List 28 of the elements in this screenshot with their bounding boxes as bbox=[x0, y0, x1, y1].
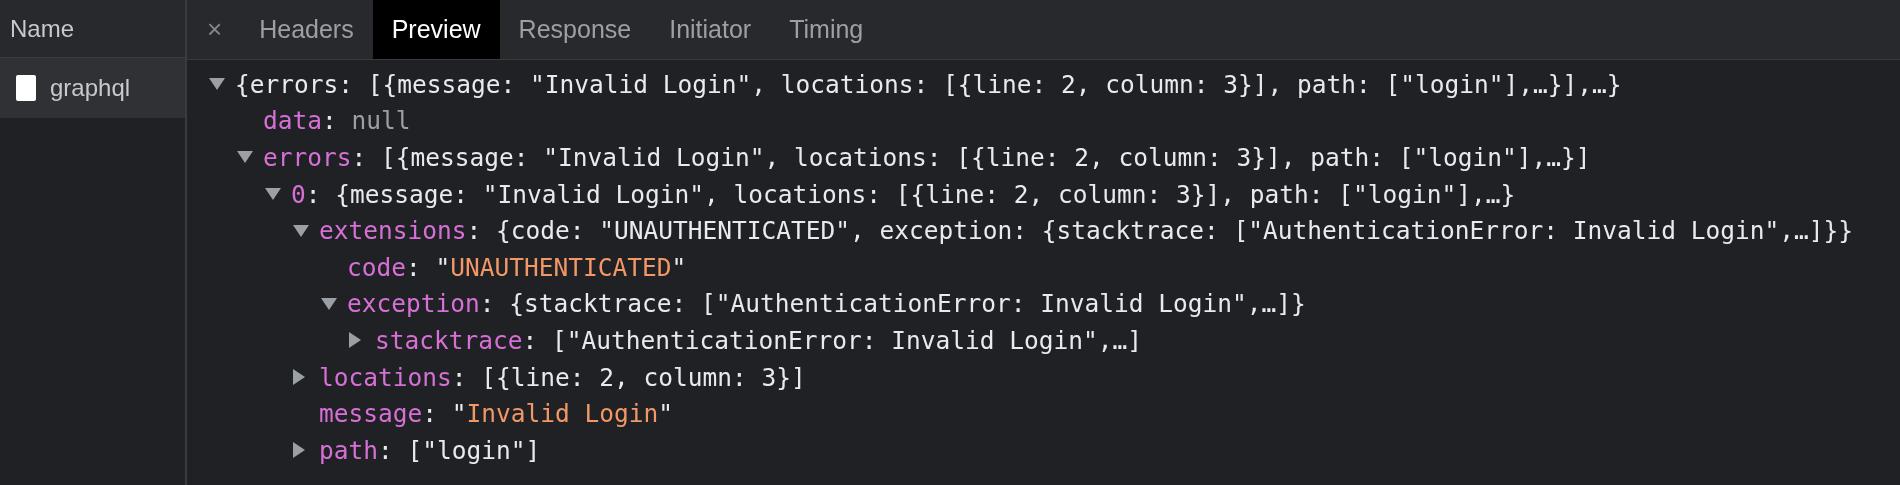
tree-row-text: code: "UNAUTHENTICATED" bbox=[346, 251, 688, 284]
tab[interactable]: Response bbox=[499, 0, 651, 59]
tree-row[interactable]: exception: {stacktrace: ["AuthenticationError: Invalid Login",…]} bbox=[321, 285, 1900, 323]
collapse-triangle-icon[interactable] bbox=[321, 297, 337, 310]
column-header: Name bbox=[0, 0, 185, 58]
tree-row[interactable]: locations: [{line: 2, column: 3}] bbox=[293, 358, 1900, 396]
expand-triangle-icon[interactable] bbox=[293, 442, 305, 459]
tab[interactable]: Initiator bbox=[650, 0, 771, 59]
tree-row[interactable]: 0: {message: "Invalid Login", locations: [{line: 2, column: 3}], path: ["login"],…} bbox=[265, 175, 1900, 213]
collapse-triangle-icon[interactable] bbox=[237, 151, 253, 164]
tree-row-text: data: null bbox=[262, 105, 412, 138]
tree-row[interactable]: {errors: [{message: "Invalid Login", locations: [{line: 2, column: 3}], path: ["login"],…}],…} bbox=[209, 66, 1900, 103]
tree-row[interactable]: path: ["login"] bbox=[293, 431, 1900, 469]
collapse-triangle-icon[interactable] bbox=[209, 78, 225, 91]
tree-row[interactable]: stacktrace: ["AuthenticationError: Invalid Login",…] bbox=[349, 322, 1900, 359]
tab[interactable]: Headers bbox=[240, 0, 373, 59]
expand-triangle-icon[interactable] bbox=[293, 369, 305, 386]
expand-triangle-icon[interactable] bbox=[349, 332, 361, 349]
close-button[interactable]: × bbox=[195, 0, 241, 59]
tree-row[interactable]: extensions: {code: "UNAUTHENTICATED", exception: {stacktrace: ["AuthenticationError: Invalid Login",…]}} bbox=[293, 212, 1900, 249]
request-item[interactable]: graphql bbox=[0, 58, 185, 118]
collapse-triangle-icon[interactable] bbox=[265, 188, 281, 201]
document-icon bbox=[16, 75, 36, 101]
collapse-triangle-icon[interactable] bbox=[293, 224, 309, 237]
tree-row[interactable]: errors: [{message: "Invalid Login", locations: [{line: 2, column: 3}], path: ["login"],…}] bbox=[237, 139, 1900, 176]
tree-row-text: message: "Invalid Login" bbox=[318, 398, 675, 431]
tab[interactable]: Preview bbox=[372, 0, 500, 59]
tab[interactable]: Timing bbox=[770, 0, 883, 59]
